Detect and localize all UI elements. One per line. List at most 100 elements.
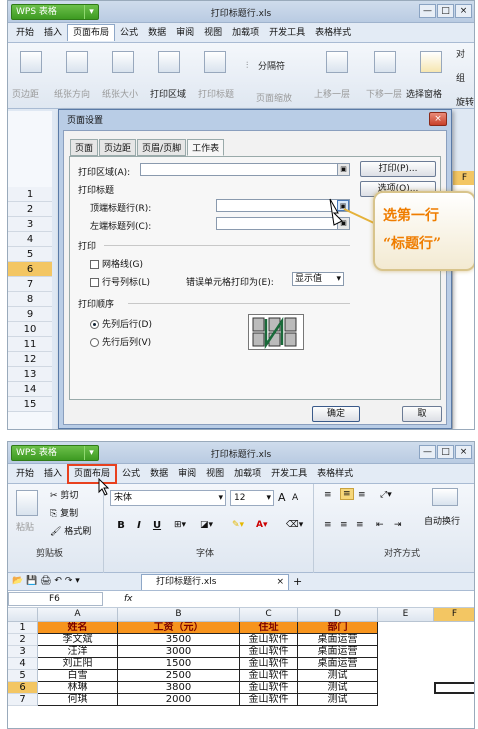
table-cell[interactable]: 桌面运营 xyxy=(298,646,378,658)
border-icon[interactable]: ⊞▾ xyxy=(174,520,186,530)
clear-format-icon[interactable]: ⌫▾ xyxy=(286,520,303,530)
menu-data[interactable]: 数据 xyxy=(145,466,173,482)
column-header[interactable]: A xyxy=(38,608,118,622)
row-header[interactable]: 5 xyxy=(8,247,52,262)
font-name-combo[interactable]: 宋体 ▾ xyxy=(110,490,226,506)
shrink-font-icon[interactable]: A xyxy=(292,493,298,503)
paper-size-icon[interactable] xyxy=(112,51,134,73)
cancel-button[interactable]: 取 xyxy=(402,406,442,422)
menu-insert[interactable]: 插入 xyxy=(39,25,67,41)
separator-icon[interactable]: ⫶ xyxy=(246,61,248,71)
font-size-combo[interactable]: 12 ▾ xyxy=(230,490,274,506)
table-cell[interactable]: 林琳 xyxy=(38,682,118,694)
column-header[interactable]: B xyxy=(118,608,240,622)
name-box[interactable]: F6 xyxy=(8,592,103,606)
selection-pane-label[interactable]: 选择窗格 xyxy=(406,87,442,100)
gridlines-checkbox[interactable]: 网格线(G) xyxy=(90,257,143,270)
underline-button[interactable]: U xyxy=(150,520,164,531)
table-cell[interactable]: 李文斌 xyxy=(38,634,118,646)
breaks-button[interactable]: 分隔符 xyxy=(258,59,285,72)
row-header[interactable]: 6 xyxy=(8,262,52,277)
collapse-dialog-icon[interactable]: ▣ xyxy=(337,164,349,175)
header-cell-salary[interactable]: 工资（元） xyxy=(118,622,240,634)
italic-button[interactable]: I xyxy=(132,520,146,531)
row-header[interactable]: 6 xyxy=(8,682,38,694)
align-left-icon[interactable]: ≡ xyxy=(324,520,332,530)
column-header[interactable]: D xyxy=(298,608,378,622)
menu-view[interactable]: 视图 xyxy=(199,25,227,41)
minimize-button[interactable]: — xyxy=(419,445,436,459)
chevron-down-icon[interactable]: ▾ xyxy=(336,273,341,285)
wrap-text-icon[interactable] xyxy=(432,488,458,506)
row-header[interactable]: 4 xyxy=(8,658,38,670)
font-color-icon[interactable]: A▾ xyxy=(256,520,267,530)
row-header[interactable]: 15 xyxy=(8,397,52,412)
select-all-corner[interactable] xyxy=(8,608,38,622)
document-tab[interactable]: 打印标题行.xls × xyxy=(141,574,289,590)
send-backward-label[interactable]: 下移一层 xyxy=(366,87,402,100)
indent-increase-icon[interactable]: ⇥ xyxy=(394,520,402,530)
table-cell[interactable]: 3000 xyxy=(118,646,240,658)
table-cell[interactable]: 测试 xyxy=(298,694,378,706)
table-cell[interactable]: 3500 xyxy=(118,634,240,646)
table-cell[interactable]: 金山软件 xyxy=(240,658,298,670)
row-header[interactable]: 9 xyxy=(8,307,52,322)
menu-formula[interactable]: 公式 xyxy=(117,466,145,482)
close-button[interactable]: × xyxy=(455,4,472,18)
cut-button[interactable]: ✂ 剪切 xyxy=(50,488,78,501)
row-header[interactable]: 1 xyxy=(8,187,52,202)
align-middle-icon[interactable]: ≡ xyxy=(340,488,354,500)
row-header[interactable]: 7 xyxy=(8,694,38,706)
row-header[interactable]: 1 xyxy=(8,622,38,634)
print-titles-icon[interactable] xyxy=(204,51,226,73)
menu-formula[interactable]: 公式 xyxy=(115,25,143,41)
indent-decrease-icon[interactable]: ⇤ xyxy=(376,520,384,530)
row-header[interactable]: 13 xyxy=(8,367,52,382)
function-icon[interactable]: fx xyxy=(124,594,133,604)
menu-insert[interactable]: 插入 xyxy=(39,466,67,482)
checkbox-box[interactable] xyxy=(90,260,99,269)
column-header-f[interactable]: F xyxy=(453,171,474,185)
bring-forward-icon[interactable] xyxy=(326,51,348,73)
radio-dot[interactable] xyxy=(90,338,99,347)
align-center-icon[interactable]: ≡ xyxy=(340,520,348,530)
table-cell[interactable]: 白雪 xyxy=(38,670,118,682)
down-then-over-radio[interactable]: 先列后行(D) xyxy=(90,317,152,330)
minimize-button[interactable]: — xyxy=(419,4,436,18)
text-orientation-icon[interactable]: ⤢▾ xyxy=(380,490,392,500)
row-header[interactable]: 2 xyxy=(8,634,38,646)
row-header[interactable]: 3 xyxy=(8,646,38,658)
menu-view[interactable]: 视图 xyxy=(201,466,229,482)
table-cell[interactable]: 测试 xyxy=(298,682,378,694)
paste-icon[interactable] xyxy=(16,490,38,516)
radio-dot[interactable] xyxy=(90,320,99,329)
menu-table-style[interactable]: 表格样式 xyxy=(312,466,358,482)
print-area-input[interactable]: ▣ xyxy=(140,163,350,176)
cell-errors-select[interactable]: 显示值 ▾ xyxy=(292,272,344,286)
table-cell[interactable]: 3800 xyxy=(118,682,240,694)
table-cell[interactable]: 金山软件 xyxy=(240,646,298,658)
maximize-button[interactable]: □ xyxy=(437,445,454,459)
tab-margins[interactable]: 页边距 xyxy=(99,139,137,156)
menu-developer[interactable]: 开发工具 xyxy=(266,466,312,482)
print-button[interactable]: 打印(P)... xyxy=(360,161,436,177)
menu-developer[interactable]: 开发工具 xyxy=(264,25,310,41)
over-then-down-radio[interactable]: 先行后列(V) xyxy=(90,335,151,348)
format-painter-button[interactable]: 🖌 格式刷 xyxy=(50,524,91,537)
maximize-button[interactable]: □ xyxy=(437,4,454,18)
copy-button[interactable]: ⎘ 复制 xyxy=(50,506,78,519)
chevron-down-icon[interactable]: ▾ xyxy=(266,491,271,505)
table-cell[interactable]: 金山软件 xyxy=(240,694,298,706)
column-header[interactable]: C xyxy=(240,608,298,622)
quick-access-icons[interactable]: 📂 💾 🖨 ↶ ↷ ▾ xyxy=(12,576,80,586)
bold-button[interactable]: B xyxy=(114,520,128,531)
row-header[interactable]: 4 xyxy=(8,232,52,247)
chevron-down-icon[interactable]: ▾ xyxy=(218,491,223,505)
print-area-label[interactable]: 打印区域 xyxy=(150,87,186,100)
grow-font-icon[interactable]: A xyxy=(278,491,286,504)
align-right-icon[interactable]: ≡ xyxy=(356,520,364,530)
dialog-close-button[interactable]: × xyxy=(429,112,447,126)
ok-button[interactable]: 确定 xyxy=(312,406,360,422)
align-bottom-icon[interactable]: ≡ xyxy=(358,490,366,500)
row-header[interactable]: 12 xyxy=(8,352,52,367)
